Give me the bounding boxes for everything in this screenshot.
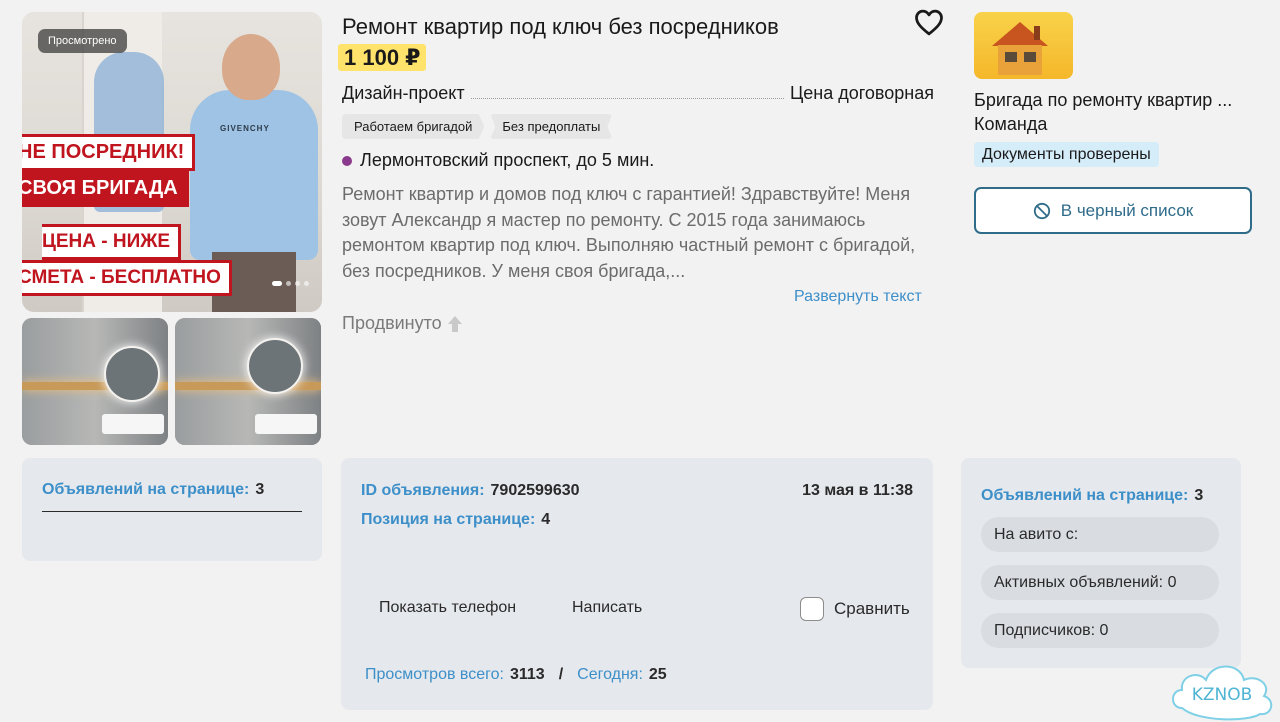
views-today-label: Сегодня: <box>577 666 643 683</box>
svg-text:KZNOB: KZNOB <box>1192 685 1253 705</box>
metro-line-icon <box>342 155 352 166</box>
seller-ads-on-page-value: 3 <box>1194 487 1204 504</box>
main-photo[interactable]: GIVENCHY НЕ ПОСРЕДНИК! СВОЯ БРИГАДА ЦЕНА… <box>22 12 322 312</box>
watermark-logo: KZNOB <box>1172 665 1273 721</box>
banner-text-4: СМЕТА - БЕСПЛАТНО <box>22 260 232 296</box>
active-ads-count: Активных объявлений: 0 <box>981 565 1219 600</box>
param-row: Дизайн-проект Цена договорная <box>342 82 934 104</box>
compare-toggle[interactable]: Сравнить <box>800 597 910 621</box>
seller-ads-on-page-label: Объявлений на странице: <box>981 487 1189 504</box>
tag-team: Работаем бригадой <box>342 114 485 139</box>
seller-name-line1[interactable]: Бригада по ремонту квартир ... <box>974 88 1264 112</box>
ad-date: 13 мая в 11:38 <box>802 482 913 499</box>
blacklist-button[interactable]: В черный список <box>974 187 1252 234</box>
views-separator: / <box>558 666 564 683</box>
seller-name-line2: Команда <box>974 114 1048 134</box>
param-dots <box>470 98 784 99</box>
param-label: Дизайн-проект <box>342 83 465 103</box>
ad-id-row: ID объявления: 7902599630 <box>361 482 580 500</box>
ads-on-page-value: 3 <box>255 481 265 498</box>
metro-text: Лермонтовский проспект, до 5 мин. <box>360 150 655 170</box>
position-value: 4 <box>541 511 551 528</box>
thumbnail-1[interactable] <box>22 318 168 445</box>
position-label: Позиция на странице: <box>361 511 536 528</box>
ad-id-value[interactable]: 7902599630 <box>491 482 580 500</box>
metro-station: Лермонтовский проспект, до 5 мин. <box>342 150 654 171</box>
house-icon <box>992 22 1048 75</box>
views-total-label: Просмотров всего: <box>365 666 504 683</box>
stats-card-left: Объявлений на странице: 3 <box>22 458 322 561</box>
ad-id-label: ID объявления: <box>361 482 485 499</box>
views-today-value: 25 <box>648 666 667 683</box>
tag-list: Работаем бригадой Без предоплаты <box>342 114 613 139</box>
listing-price: 1 100 ₽ <box>338 44 427 71</box>
blacklist-label: В черный список <box>1060 200 1194 220</box>
person-head <box>222 34 280 100</box>
block-icon <box>1033 202 1050 219</box>
ads-on-page-row: Объявлений на странице: 3 <box>42 481 264 499</box>
position-row: Позиция на странице: 4 <box>361 511 550 529</box>
promoted-label: Продвинуто <box>342 313 464 334</box>
heart-icon[interactable] <box>914 8 944 36</box>
stats-card-right: Объявлений на странице: 3 На авито с: Ак… <box>961 458 1241 668</box>
compare-label: Сравнить <box>834 599 910 618</box>
seller-ads-on-page-row: Объявлений на странице: 3 <box>981 487 1203 505</box>
on-avito-since: На авито с: <box>981 517 1219 552</box>
photo-pagination <box>272 281 309 286</box>
views-row: Просмотров всего: 3113 / Сегодня: 25 <box>365 666 667 684</box>
banner-text-1: НЕ ПОСРЕДНИК! <box>22 134 196 171</box>
banner-text-3: ЦЕНА - НИЖЕ <box>42 224 182 260</box>
shirt-logo-text: GIVENCHY <box>220 124 270 133</box>
listing-title[interactable]: Ремонт квартир под ключ без посредников <box>342 14 779 40</box>
viewed-badge: Просмотрено <box>38 29 127 53</box>
stats-card-main: ID объявления: 7902599630 13 мая в 11:38… <box>341 458 933 710</box>
seller-avatar[interactable] <box>974 12 1073 79</box>
write-button[interactable]: Написать <box>572 599 642 617</box>
seller-name[interactable]: Бригада по ремонту квартир ... Команда <box>974 88 1264 136</box>
thumbnail-2[interactable] <box>175 318 321 445</box>
param-value: Цена договорная <box>789 83 934 103</box>
banner-text-2: СВОЯ БРИГАДА <box>22 170 189 207</box>
expand-text-link[interactable]: Развернуть текст <box>794 288 922 306</box>
subscribers-count: Подписчиков: 0 <box>981 613 1219 648</box>
show-phone-button[interactable]: Показать телефон <box>379 599 516 617</box>
arrow-up-icon <box>447 315 462 332</box>
person-body <box>190 90 318 260</box>
divider <box>42 511 302 512</box>
compare-checkbox[interactable] <box>800 597 824 621</box>
tag-no-prepay: Без предоплаты <box>490 114 613 139</box>
views-total-value: 3113 <box>509 666 545 683</box>
listing-description: Ремонт квартир и домов под ключ с гарант… <box>342 184 916 281</box>
promoted-text: Продвинуто <box>342 313 442 333</box>
verified-badge: Документы проверены <box>974 142 1159 167</box>
ads-on-page-label: Объявлений на странице: <box>42 481 250 498</box>
